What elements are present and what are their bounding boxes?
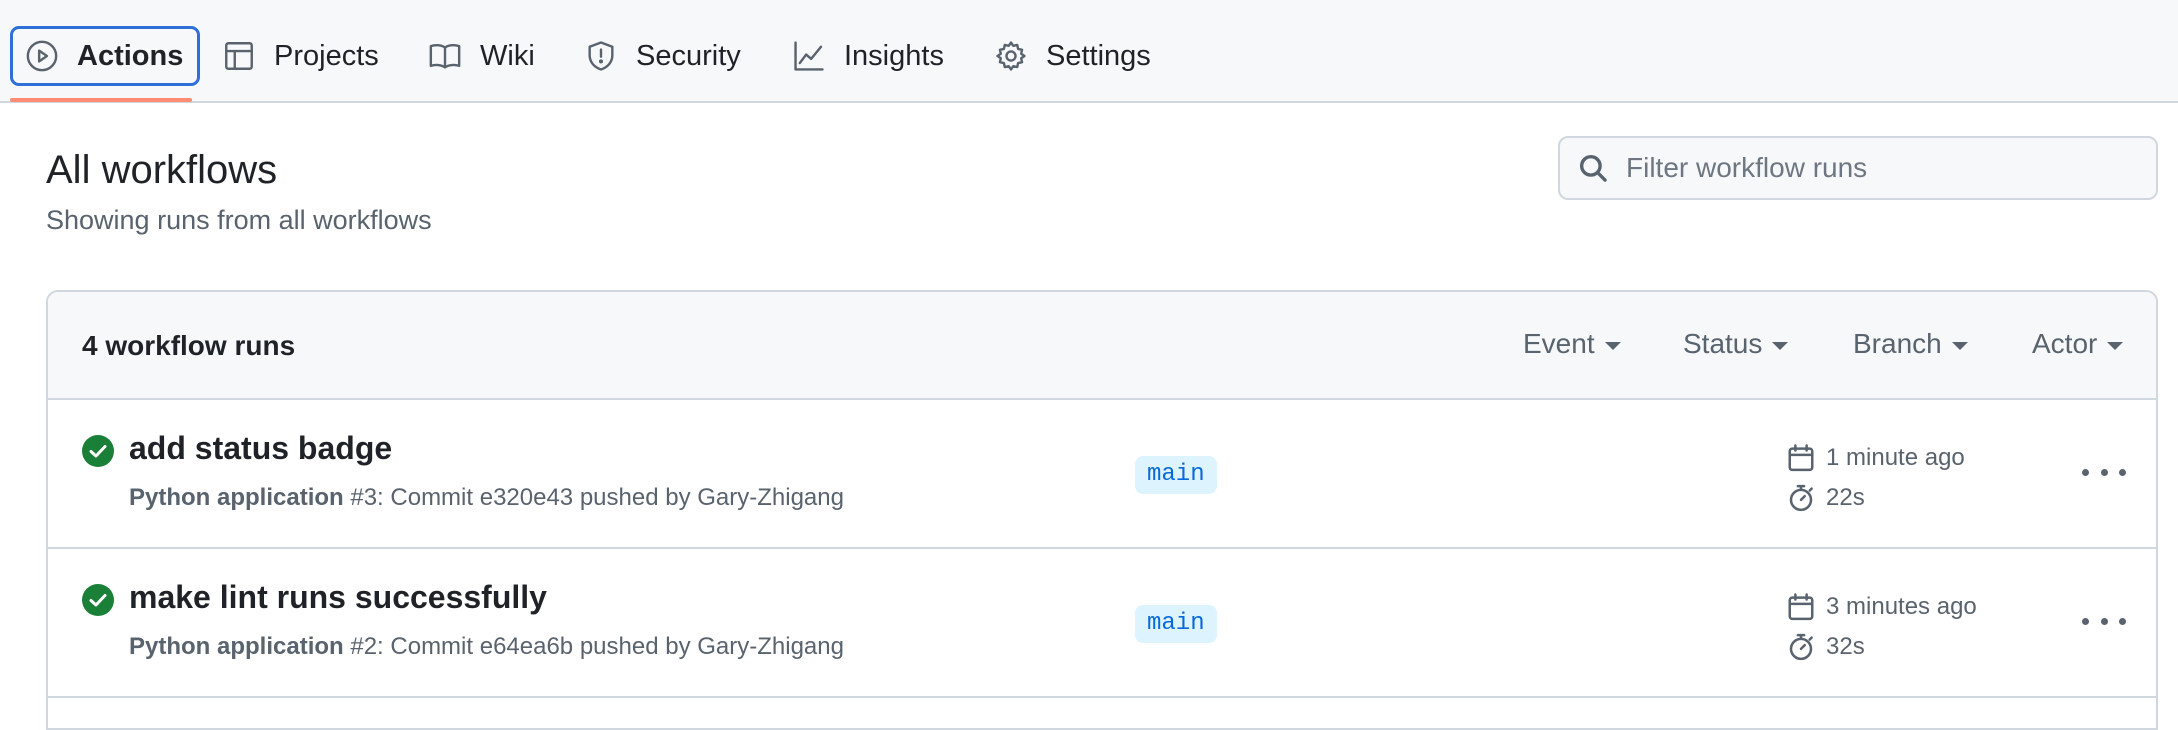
play-icon xyxy=(26,40,58,72)
active-tab-underline xyxy=(10,98,192,102)
run-title-link[interactable]: add status badge xyxy=(129,430,392,467)
repo-nav: Actions Projects Wiki Security Insights … xyxy=(0,0,2178,103)
run-title-link[interactable]: make lint runs successfully xyxy=(129,579,547,616)
stopwatch-icon xyxy=(1789,633,1813,661)
branch-label[interactable]: main xyxy=(1135,605,1217,643)
kebab-menu-icon[interactable] xyxy=(2082,609,2126,633)
calendar-icon xyxy=(1788,593,1814,621)
check-circle-icon xyxy=(82,584,114,616)
gear-icon xyxy=(996,41,1026,71)
run-meta: Python application #3: Commit e320e43 pu… xyxy=(129,484,844,512)
book-icon xyxy=(429,43,461,69)
branch-filter-dropdown[interactable]: Branch xyxy=(1853,328,1968,360)
run-commit-info: #3: Commit e320e43 pushed by Gary-Zhigan… xyxy=(343,484,844,511)
chevron-down-icon xyxy=(1604,342,1621,350)
run-timestamp: 1 minute ago xyxy=(1826,444,1965,471)
page-title: All workflows xyxy=(46,148,278,192)
filter-search-box[interactable] xyxy=(1558,136,2158,200)
runs-list-header: 4 workflow runs Event Status Branch Acto… xyxy=(48,292,2156,400)
stopwatch-icon xyxy=(1789,484,1813,512)
filter-workflow-runs-input[interactable] xyxy=(1626,152,2146,184)
filter-label: Event xyxy=(1523,328,1595,359)
tab-settings[interactable]: Settings xyxy=(994,26,1151,86)
run-time-info: 3 minutes ago 32s xyxy=(1786,587,1977,667)
workflow-run-count: 4 workflow runs xyxy=(82,330,296,361)
search-icon xyxy=(1579,154,1607,182)
table-icon xyxy=(225,42,253,70)
branch-label[interactable]: main xyxy=(1135,456,1217,494)
tab-insights[interactable]: Insights xyxy=(792,26,944,86)
tab-actions[interactable]: Actions xyxy=(10,26,201,86)
calendar-icon xyxy=(1788,444,1814,472)
shield-icon xyxy=(588,41,614,71)
run-duration: 32s xyxy=(1826,633,1865,660)
tab-label: Actions xyxy=(77,39,184,72)
tab-security[interactable]: Security xyxy=(584,26,741,86)
tab-label: Settings xyxy=(1046,39,1151,72)
filter-label: Actor xyxy=(2032,328,2098,359)
tab-label: Insights xyxy=(844,39,944,72)
workflow-name: Python application xyxy=(129,633,344,660)
status-filter-dropdown[interactable]: Status xyxy=(1683,328,1789,360)
workflow-runs-list: 4 workflow runs Event Status Branch Acto… xyxy=(46,290,2158,730)
kebab-menu-icon[interactable] xyxy=(2082,460,2126,484)
chevron-down-icon xyxy=(2107,342,2124,350)
page-subtitle: Showing runs from all workflows xyxy=(46,205,432,235)
tab-label: Projects xyxy=(274,39,379,72)
run-timestamp: 3 minutes ago xyxy=(1826,593,1977,620)
workflow-run-row[interactable]: add status badge Python application #3: … xyxy=(48,400,2156,549)
tab-wiki[interactable]: Wiki xyxy=(428,26,535,86)
check-circle-icon xyxy=(82,435,114,467)
filter-label: Status xyxy=(1683,328,1763,359)
event-filter-dropdown[interactable]: Event xyxy=(1523,328,1621,360)
chevron-down-icon xyxy=(1772,342,1789,350)
chevron-down-icon xyxy=(1951,342,1968,350)
actor-filter-dropdown[interactable]: Actor xyxy=(2032,328,2124,360)
run-time-info: 1 minute ago 22s xyxy=(1786,438,1965,518)
workflow-name: Python application xyxy=(129,484,344,511)
tab-projects[interactable]: Projects xyxy=(222,26,379,86)
workflow-run-row[interactable]: make lint runs successfully Python appli… xyxy=(48,549,2156,698)
graph-icon xyxy=(794,41,824,71)
run-commit-info: #2: Commit e64ea6b pushed by Gary-Zhigan… xyxy=(343,633,844,660)
filter-label: Branch xyxy=(1853,328,1942,359)
tab-label: Wiki xyxy=(480,39,535,72)
tab-label: Security xyxy=(636,39,741,72)
run-meta: Python application #2: Commit e64ea6b pu… xyxy=(129,633,844,661)
run-duration: 22s xyxy=(1826,484,1865,511)
